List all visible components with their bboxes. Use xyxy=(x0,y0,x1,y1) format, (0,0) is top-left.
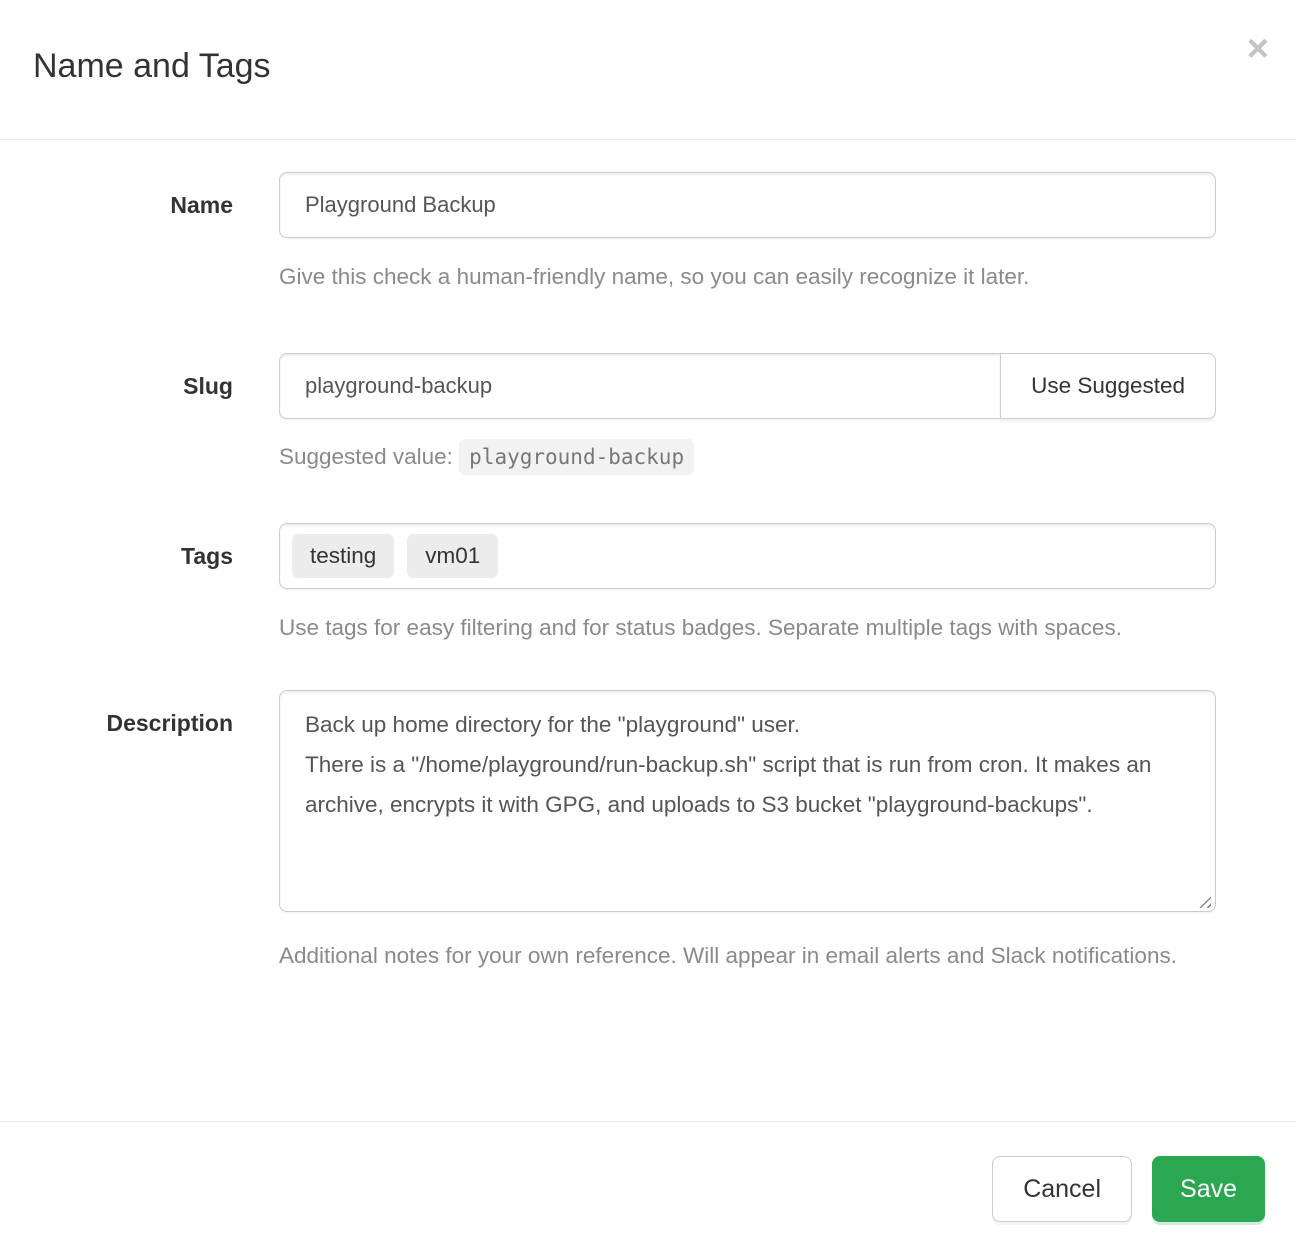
description-textarea[interactable]: Back up home directory for the "playgrou… xyxy=(279,690,1216,912)
name-and-tags-modal: Name and Tags × Name Give this check a h… xyxy=(0,0,1296,1254)
name-label: Name xyxy=(170,172,233,218)
tag-chip: vm01 xyxy=(407,534,498,578)
name-help-text: Give this check a human-friendly name, s… xyxy=(279,257,1216,297)
cancel-button[interactable]: Cancel xyxy=(992,1156,1132,1222)
tags-help-text: Use tags for easy filtering and for stat… xyxy=(279,608,1216,648)
suggested-value-code: playground-backup xyxy=(459,439,694,475)
tags-field-row: Tags testing vm01 Use tags for easy filt… xyxy=(0,523,1296,648)
slug-input[interactable] xyxy=(279,353,1001,419)
name-field-row: Name Give this check a human-friendly na… xyxy=(0,172,1296,297)
suggested-value-prefix: Suggested value: xyxy=(279,444,453,469)
save-button[interactable]: Save xyxy=(1152,1156,1265,1222)
modal-footer: Cancel Save xyxy=(0,1121,1296,1254)
name-input[interactable] xyxy=(279,172,1216,238)
modal-title: Name and Tags xyxy=(33,48,1263,84)
slug-input-group: Use Suggested xyxy=(279,353,1216,419)
tags-label: Tags xyxy=(181,523,233,569)
tags-input-box[interactable]: testing vm01 xyxy=(279,523,1216,589)
modal-header: Name and Tags × xyxy=(0,0,1296,140)
close-button[interactable]: × xyxy=(1247,30,1269,68)
description-help-text: Additional notes for your own reference.… xyxy=(279,936,1216,976)
close-icon: × xyxy=(1247,28,1269,70)
tag-chip: testing xyxy=(292,534,394,578)
use-suggested-button[interactable]: Use Suggested xyxy=(1000,353,1216,419)
modal-body: Name Give this check a human-friendly na… xyxy=(0,140,1296,1121)
description-field-row: Description Back up home directory for t… xyxy=(0,690,1296,976)
slug-label: Slug xyxy=(183,353,233,399)
slug-field-row: Slug Use Suggested Suggested value: play… xyxy=(0,353,1296,475)
description-label: Description xyxy=(106,690,233,736)
slug-suggested-line: Suggested value: playground-backup xyxy=(279,439,1216,475)
